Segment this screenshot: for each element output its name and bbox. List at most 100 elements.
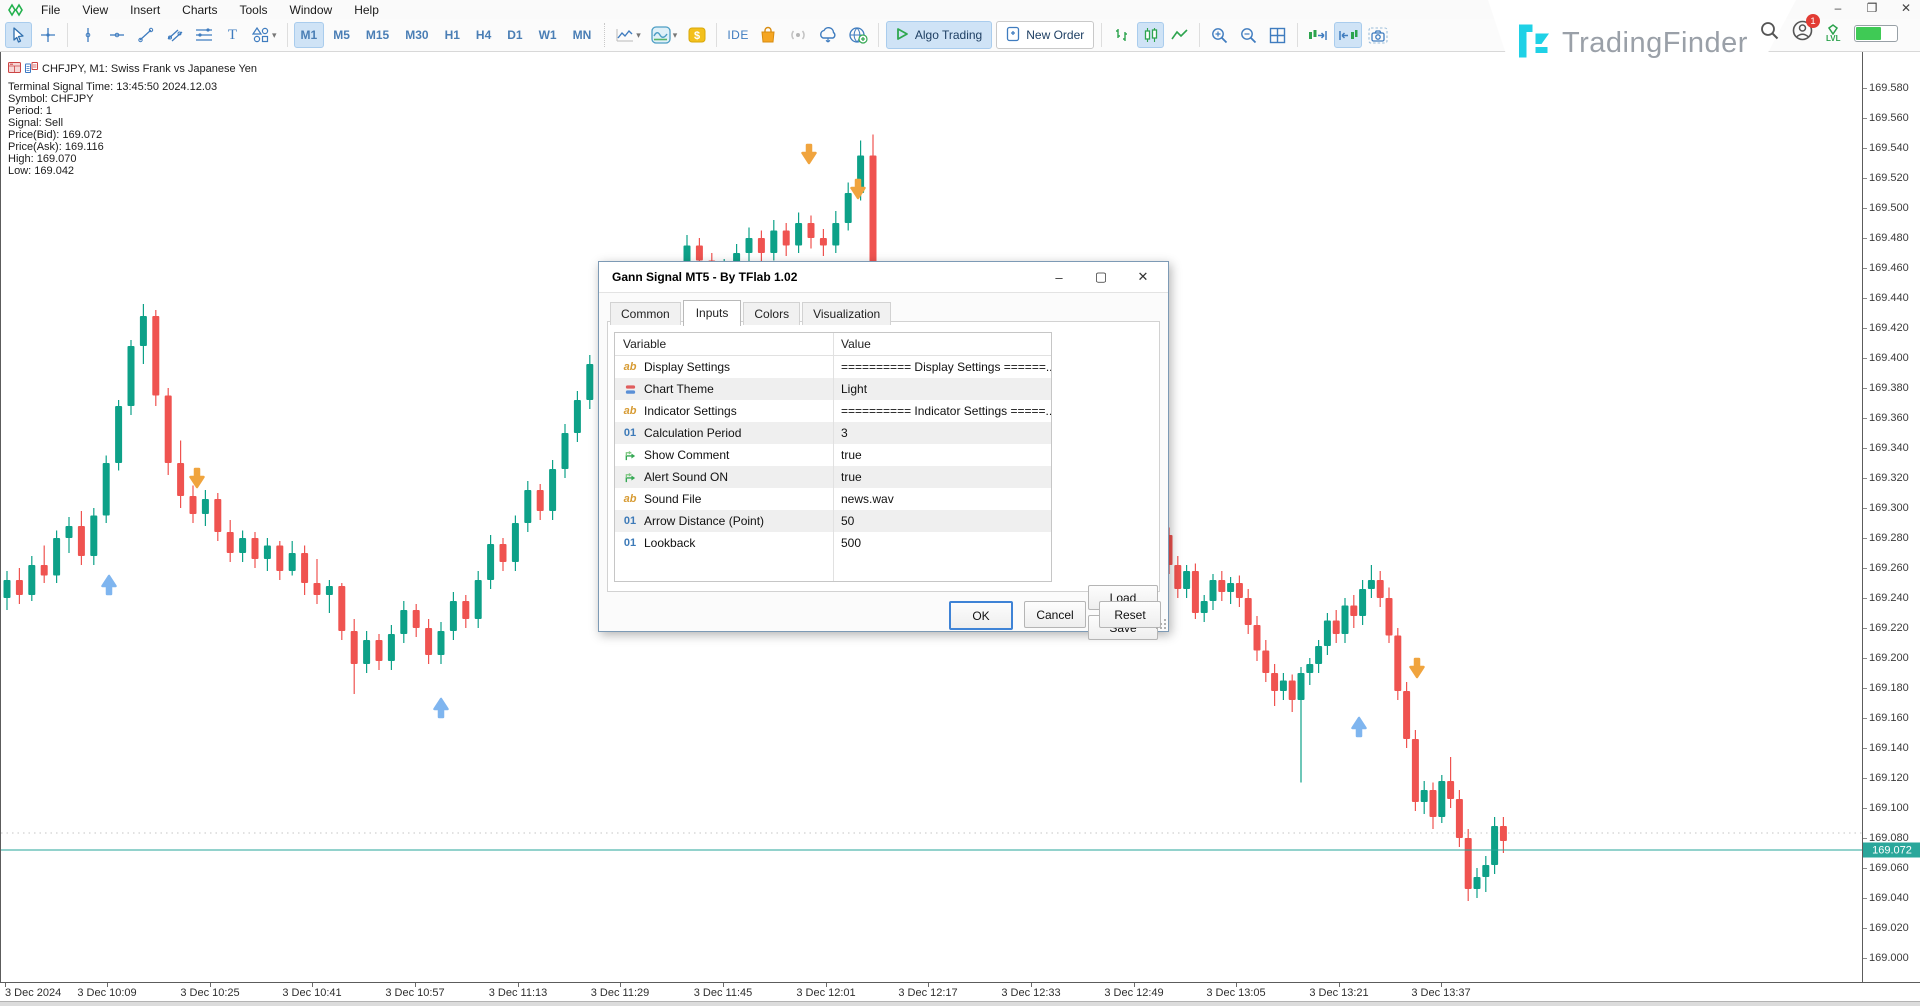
inputs-table[interactable]: VariableValueabDisplay Settings=========… [614, 332, 1052, 582]
community-button[interactable] [844, 22, 872, 48]
zoom-in-button[interactable] [1206, 22, 1233, 48]
candles-style-button[interactable] [1137, 22, 1164, 48]
value-cell[interactable]: ========== Indicator Settings =====... [833, 404, 1051, 418]
dialog-resize-grip[interactable] [1156, 619, 1166, 629]
zoom-out-button[interactable] [1235, 22, 1262, 48]
tab-inputs[interactable]: Inputs [683, 300, 742, 326]
horizontal-scrollbar[interactable] [0, 1001, 1920, 1006]
timeframe-m30[interactable]: M30 [398, 22, 435, 48]
ok-button[interactable]: OK [949, 601, 1013, 630]
timeframe-h4[interactable]: H4 [469, 22, 498, 48]
value-cell[interactable]: true [833, 470, 1051, 484]
value-cell[interactable]: 500 [833, 536, 1051, 550]
dialog-minimize-button[interactable]: – [1038, 270, 1080, 285]
value-cell[interactable]: true [833, 448, 1051, 462]
comment-line: Price(Bid): 169.072 [8, 130, 257, 142]
market-button[interactable] [755, 22, 782, 48]
price-tick [1863, 958, 1867, 959]
timeframe-m15[interactable]: M15 [359, 22, 396, 48]
auto-scroll-button[interactable] [1304, 22, 1332, 48]
fibonacci-icon [195, 27, 213, 43]
window-close-button[interactable]: ✕ [1896, 1, 1916, 15]
vertical-line-tool-button[interactable] [74, 22, 101, 48]
new-order-button[interactable]: New Order [996, 21, 1094, 49]
tab-common[interactable]: Common [610, 302, 681, 325]
cloud-button[interactable] [814, 22, 842, 48]
candle [276, 546, 283, 572]
dialog-close-button[interactable]: ✕ [1122, 269, 1164, 285]
tile-windows-button[interactable] [1264, 22, 1291, 48]
menu-item-insert[interactable]: Insert [119, 2, 171, 18]
timeframe-mn[interactable]: MN [566, 22, 599, 48]
chart-shift-button[interactable] [1334, 22, 1362, 48]
menu-item-tools[interactable]: Tools [229, 2, 279, 18]
timeframe-w1[interactable]: W1 [532, 22, 564, 48]
price-tick [1863, 658, 1867, 659]
crosshair-tool-button[interactable] [34, 22, 61, 48]
timeframe-d1[interactable]: D1 [500, 22, 529, 48]
line-style-button[interactable] [1166, 22, 1193, 48]
depth-of-market-icon[interactable] [25, 62, 38, 77]
value-cell[interactable]: 3 [833, 426, 1051, 440]
account-notifications-button[interactable]: 1 [1792, 20, 1813, 46]
reset-button[interactable]: Reset [1099, 601, 1161, 628]
candle [1394, 636, 1401, 692]
current-price-badge: 169.072 [1863, 843, 1920, 858]
variable-cell: abIndicator Settings [615, 404, 833, 418]
value-cell[interactable]: Light [833, 382, 1051, 396]
value-cell[interactable]: ========== Display Settings ======... [833, 360, 1051, 374]
menu-item-file[interactable]: File [30, 2, 71, 18]
indicators-button[interactable]: ▾ [647, 22, 682, 48]
candle [165, 396, 172, 464]
trendline-tool-button[interactable] [132, 22, 159, 48]
level-indicator[interactable]: LVL [1826, 24, 1841, 42]
candle [1342, 606, 1349, 635]
time-axis[interactable]: 3 Dec 20243 Dec 10:093 Dec 10:253 Dec 10… [0, 982, 1920, 1001]
value-cell[interactable]: news.wav [833, 492, 1051, 506]
cursor-tool-button[interactable] [5, 22, 32, 48]
chart-profile-button[interactable]: ▾ [612, 22, 645, 48]
menu-item-charts[interactable]: Charts [171, 2, 228, 18]
candle [140, 316, 147, 346]
one-click-trading-icon[interactable] [8, 62, 21, 77]
horizontal-line-tool-button[interactable] [103, 22, 130, 48]
tab-visualization[interactable]: Visualization [802, 302, 891, 325]
price-label: 169.460 [1869, 262, 1909, 274]
candle [41, 565, 48, 576]
dialog-maximize-button[interactable]: ▢ [1080, 269, 1122, 285]
menu-item-window[interactable]: Window [279, 2, 344, 18]
window-minimize-button[interactable]: – [1828, 1, 1848, 15]
window-restore-button[interactable]: ❐ [1862, 1, 1882, 15]
candle [1438, 781, 1445, 817]
price-label: 169.580 [1869, 82, 1909, 94]
variable-name: Display Settings [644, 360, 730, 374]
price-tick [1863, 478, 1867, 479]
search-icon[interactable] [1760, 21, 1779, 45]
fibonacci-tool-button[interactable] [190, 22, 217, 48]
algo-trading-button[interactable]: Algo Trading [886, 21, 992, 49]
timeframe-m5[interactable]: M5 [326, 22, 357, 48]
channel-tool-button[interactable] [161, 22, 188, 48]
text-tool-button[interactable]: T [219, 22, 246, 48]
timeframe-m1[interactable]: M1 [294, 22, 325, 48]
vertical-line-icon [81, 27, 95, 43]
menu-item-help[interactable]: Help [343, 2, 390, 18]
text-icon: T [228, 27, 237, 44]
menu-item-view[interactable]: View [71, 2, 119, 18]
cancel-button[interactable]: Cancel [1024, 601, 1086, 628]
candle [1412, 739, 1419, 802]
deposit-button[interactable]: $ [683, 22, 710, 48]
price-label: 169.400 [1869, 352, 1909, 364]
play-icon [896, 27, 909, 44]
value-cell[interactable]: 50 [833, 514, 1051, 528]
signals-button[interactable] [784, 22, 812, 48]
candle [758, 238, 765, 253]
shapes-tool-button[interactable]: ▾ [248, 22, 281, 48]
metaeditor-ide-button[interactable]: IDE [723, 22, 753, 48]
price-axis[interactable]: 169.580169.560169.540169.520169.500169.4… [1862, 52, 1920, 982]
screenshot-button[interactable] [1364, 22, 1392, 48]
timeframe-h1[interactable]: H1 [438, 22, 467, 48]
bar-chart-style-button[interactable] [1108, 22, 1135, 48]
tab-colors[interactable]: Colors [743, 302, 800, 325]
price-tick [1863, 688, 1867, 689]
